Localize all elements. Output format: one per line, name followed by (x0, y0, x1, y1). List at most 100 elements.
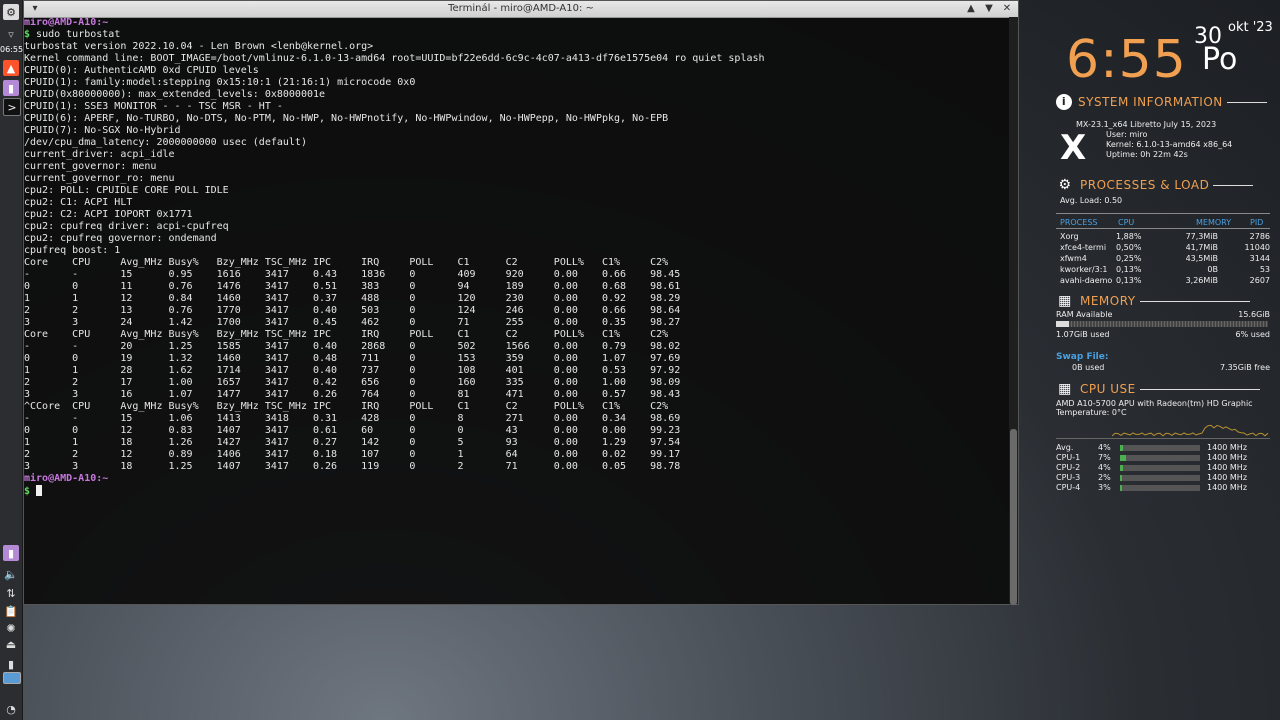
terminal-prompt: miro@AMD-A10:~ (24, 17, 1008, 29)
ram-label: RAM Available (1056, 310, 1113, 319)
text-cursor[interactable] (36, 485, 43, 496)
terminal-output-line: 0 0 11 0.76 1476 3417 0.51 383 0 94 189 … (24, 281, 681, 292)
cpu-chip-icon: ▦ (1058, 381, 1072, 397)
volume-icon[interactable]: 🔈 (3, 566, 19, 582)
terminal-output-line: cpu2: C2: ACPI IOPORT 0x1771 (24, 209, 193, 220)
process-name: xfce4-termi (1060, 243, 1107, 252)
prompt-text: miro@AMD-A10:~ (24, 473, 109, 484)
conky-month: okt '23 (1228, 20, 1273, 35)
process-row: xfwm4 0,25% 43,5MiB 3144 (1060, 254, 1270, 264)
process-row: xfce4-termi 0,50% 41,7MiB 11040 (1060, 243, 1270, 253)
updater-icon[interactable]: ✺ (3, 620, 19, 636)
dropdown-icon[interactable]: ▿ (3, 26, 19, 42)
chip-icon: ▦ (1058, 293, 1072, 309)
process-memory: 43,5MiB (1185, 254, 1218, 263)
cpu-row-pct: 4% (1098, 443, 1111, 452)
terminal-output-line: 2 2 13 0.76 1770 3417 0.40 503 0 124 246… (24, 305, 681, 316)
close-icon[interactable]: ✕ (1000, 2, 1014, 16)
terminal-output-line: 3 3 24 1.42 1700 3417 0.45 462 0 71 255 … (24, 317, 681, 328)
ram-bar (1056, 321, 1268, 327)
divider (1056, 213, 1270, 214)
maximize-icon[interactable]: ▼ (982, 2, 996, 16)
terminal-output-line: turbostat version 2022.10.04 - Len Brown… (24, 41, 374, 52)
terminal-output-line: Kernel command line: BOOT_IMAGE=/boot/vm… (24, 53, 765, 64)
terminal-output-line: - - 20 1.25 1585 3417 0.40 2868 0 502 15… (24, 341, 681, 352)
process-row: avahi-daemo 0,13% 3,26MiB 2607 (1060, 276, 1270, 286)
cpu-bar (1120, 455, 1200, 461)
divider (1056, 438, 1270, 439)
terminal-output-line: CPUID(0x80000000): max_extended_levels: … (24, 89, 326, 100)
terminal-output-line: ^CCore CPU Avg_MHz Busy% Bzy_MHz TSC_MHz… (24, 401, 669, 412)
process-pid: 53 (1259, 265, 1270, 274)
left-panel: ⚙ ▿ 06:55 ▲ ▮ > ▮ 🔈 ⇅ 📋 ✺ ⏏ ▮ ◔ (0, 0, 23, 720)
cpu-row-freq: 1400 MHz (1207, 483, 1248, 492)
cpu-bar (1120, 475, 1200, 481)
cpu-bar (1120, 465, 1200, 471)
process-pid: 3144 (1249, 254, 1270, 263)
clipboard-icon[interactable]: 📋 (3, 603, 19, 619)
swap-label: Swap File: (1056, 352, 1109, 362)
cpu-bar-fill (1120, 465, 1124, 471)
swap-free: 7.35GiB free (1219, 363, 1270, 372)
process-memory: 77,3MiB (1185, 232, 1218, 241)
gears-icon: ⚙ (1058, 177, 1072, 193)
terminal-output-line: - - 15 1.06 1413 3418 0.31 428 0 8 271 0… (24, 413, 681, 424)
terminal-output-line: CPUID(1): SSE3 MONITOR - - - TSC MSR - H… (24, 101, 283, 112)
terminal-output-line: cpu2: C1: ACPI HLT (24, 197, 133, 208)
process-pid: 11040 (1244, 243, 1270, 252)
processes-heading: ⚙ PROCESSES & LOAD (1056, 176, 1254, 194)
eject-icon[interactable]: ⏏ (3, 636, 19, 652)
terminal-output-line: 1 1 18 1.26 1427 3417 0.27 142 0 5 93 0.… (24, 437, 681, 448)
process-name: Xorg (1060, 232, 1079, 241)
cpu-bar-fill (1120, 455, 1126, 461)
cpu-bar (1120, 485, 1200, 491)
process-cpu: 0,25% (1116, 254, 1142, 263)
terminal-input-line: $ (24, 485, 1008, 497)
info-icon: i (1056, 94, 1072, 110)
terminal-output-line: cpu2: cpufreq driver: acpi-cpufreq (24, 221, 229, 232)
network-icon[interactable]: ⇅ (3, 585, 19, 601)
col-process: PROCESS (1060, 218, 1098, 227)
brave-browser-icon[interactable]: ▲ (3, 60, 19, 76)
terminal-output[interactable]: miro@AMD-A10:~ $ sudo turbostat turbostat … (24, 17, 1008, 604)
cpu-heading-label: CPU USE (1080, 382, 1136, 396)
cpu-row-pct: 7% (1098, 453, 1111, 462)
app-menu-icon[interactable]: ⚙ (3, 4, 19, 20)
window-titlebar[interactable]: ▾ Terminál - miro@AMD-A10: ~ ▲ ▼ ✕ (24, 1, 1018, 18)
avg-load: Avg. Load: 0.50 (1060, 196, 1123, 205)
terminal-output-line: 1 1 28 1.62 1714 3417 0.40 737 0 108 401… (24, 365, 681, 376)
terminal-icon[interactable]: > (3, 98, 21, 116)
cpu-row-freq: 1400 MHz (1207, 473, 1248, 482)
dollar-sign: $ (24, 29, 37, 40)
cpu-row-label: CPU-2 (1056, 463, 1081, 472)
process-cpu: 0,13% (1116, 276, 1142, 285)
terminal-output-line: 0 0 19 1.32 1460 3417 0.48 711 0 153 359… (24, 353, 681, 364)
cpu-graph-line (1112, 424, 1269, 437)
process-memory: 3,26MiB (1185, 276, 1218, 285)
files-icon[interactable]: ▮ (3, 80, 19, 96)
workspace-icon[interactable] (3, 672, 21, 684)
process-name: kworker/3:1 (1060, 265, 1108, 274)
cpu-bar-fill (1120, 475, 1122, 481)
terminal-output-line: cpu2: POLL: CPUIDLE CORE POLL IDLE (24, 185, 229, 196)
window-title: Terminál - miro@AMD-A10: ~ (448, 3, 594, 14)
mx-logo-icon[interactable]: ◔ (3, 701, 19, 717)
minimize-icon[interactable]: ▲ (964, 2, 978, 16)
cpu-graph (1112, 424, 1269, 437)
cpu-row-freq: 1400 MHz (1207, 443, 1248, 452)
terminal-window[interactable]: ▾ Terminál - miro@AMD-A10: ~ ▲ ▼ ✕ miro@… (23, 0, 1019, 605)
scrollbar[interactable] (1009, 17, 1018, 605)
scrollbar-thumb[interactable] (1010, 429, 1017, 605)
cpu-bar-fill (1120, 485, 1123, 491)
process-cpu: 0,13% (1116, 265, 1142, 274)
panel-clock[interactable]: 06:55 (0, 45, 23, 54)
files-icon-2[interactable]: ▮ (3, 545, 19, 561)
terminal-output-line: current_governor_ro: menu (24, 173, 175, 184)
ram-used: 1.07GiB used (1056, 330, 1110, 339)
cpu-row-freq: 1400 MHz (1207, 453, 1248, 462)
ram-pct: 6% used (1235, 330, 1270, 339)
sysinfo-uptime: Uptime: 0h 22m 42s (1106, 150, 1188, 159)
battery-icon[interactable]: ▮ (3, 656, 19, 672)
cpu-row-label: Avg. (1056, 443, 1074, 452)
memory-heading: ▦ MEMORY (1056, 292, 1250, 310)
